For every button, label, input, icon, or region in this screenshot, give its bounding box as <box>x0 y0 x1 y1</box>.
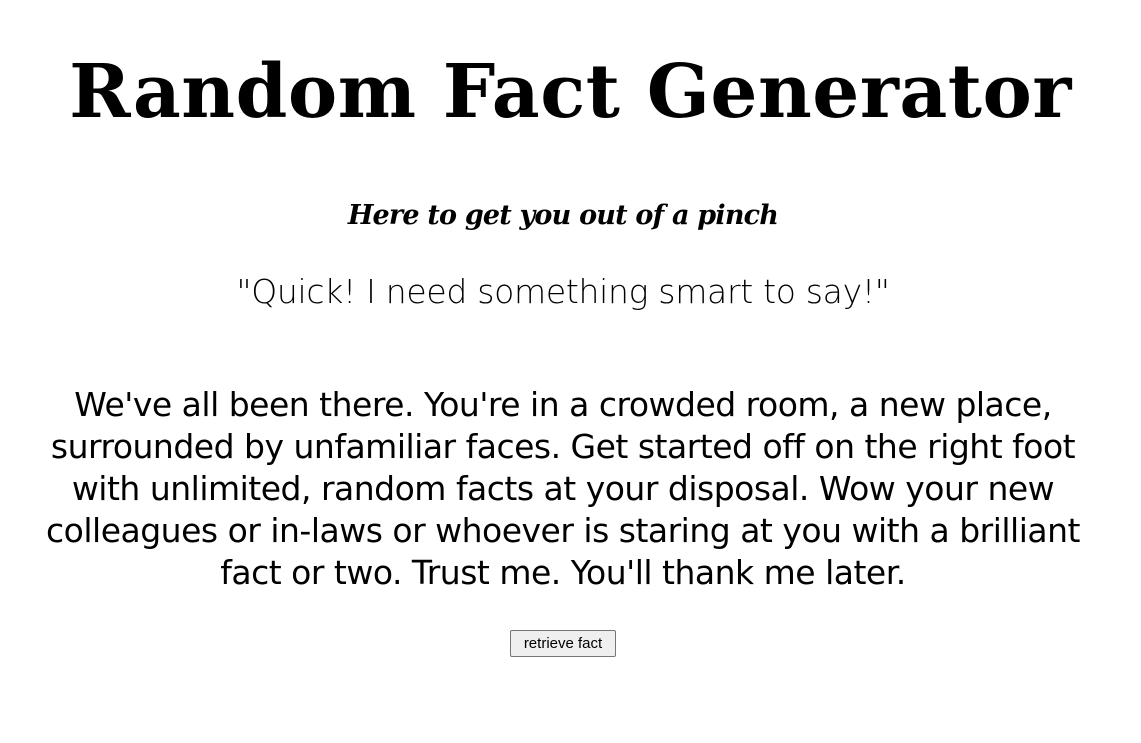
page-subtitle: Here to get you out of a pinch <box>347 200 779 231</box>
retrieve-fact-button[interactable]: retrieve fact <box>510 630 616 657</box>
page-title: Random Fact Generator <box>69 49 1072 135</box>
description-paragraph: We've all been there. You're in a crowde… <box>46 385 1080 592</box>
page: Random Fact Generator Here to get you ou… <box>0 0 1141 743</box>
quote-text: "Quick! I need something smart to say!" <box>236 272 890 311</box>
